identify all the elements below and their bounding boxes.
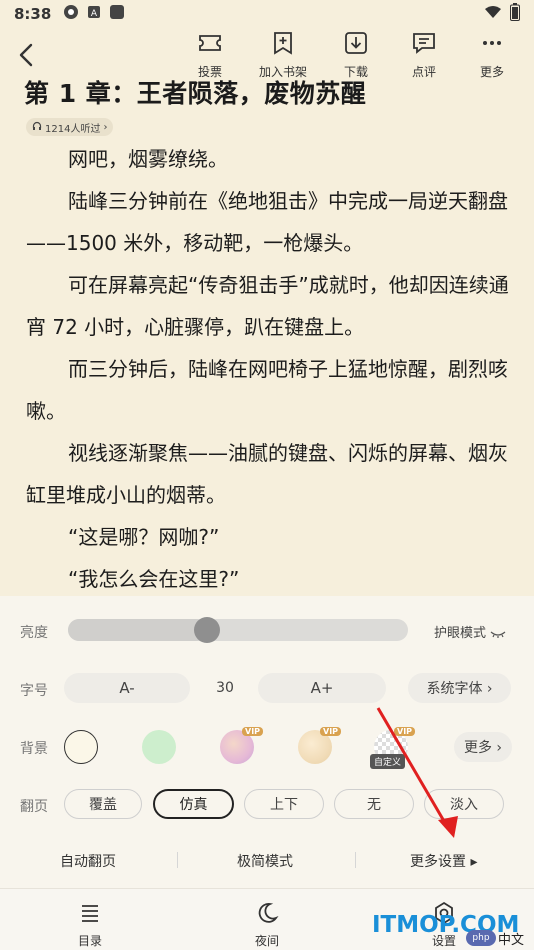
page-turn-label: 翻页 xyxy=(20,799,48,815)
chevron-left-icon[interactable] xyxy=(14,40,40,70)
background-swatch-cream[interactable] xyxy=(64,730,98,764)
brightness-slider[interactable] xyxy=(68,617,408,643)
comment-button[interactable]: 点评 xyxy=(390,30,458,80)
paragraph: 视线逐渐聚焦——油腻的键盘、闪烁的屏幕、烟灰缸里堆成小山的烟蒂。 xyxy=(26,441,508,507)
minimal-mode-button[interactable]: 极简模式 xyxy=(237,851,293,871)
page-turn-option-selected[interactable]: 仿真 xyxy=(153,789,234,819)
page-turn-option[interactable]: 覆盖 xyxy=(64,789,142,819)
vip-badge: VIP xyxy=(320,727,342,736)
background-swatch-green[interactable] xyxy=(142,730,176,764)
a-icon: A xyxy=(87,5,101,23)
more-icon xyxy=(479,30,505,60)
brightness-thumb[interactable] xyxy=(194,617,220,643)
catalog-label: 目录 xyxy=(77,934,102,948)
ticket-icon xyxy=(197,30,223,60)
auto-turn-button[interactable]: 自动翻页 xyxy=(60,851,116,871)
divider xyxy=(355,852,356,868)
download-button[interactable]: 下载 xyxy=(322,30,390,80)
comment-icon xyxy=(411,30,437,60)
eye-mode-toggle[interactable]: 护眼模式 xyxy=(434,622,506,641)
comment-label: 点评 xyxy=(411,65,436,79)
paragraph: 而三分钟后，陆峰在网吧椅子上猛地惊醒，剧烈咳嗽。 xyxy=(26,357,508,423)
square-icon xyxy=(109,4,125,24)
svg-text:A: A xyxy=(91,9,98,19)
paragraph: 陆峰三分钟前在《绝地狙击》中完成一局逆天翻盘——1500 米外，移动靶，一枪爆头… xyxy=(26,189,508,255)
catalog-button[interactable]: 目录 xyxy=(60,901,120,949)
paragraph: 网吧，烟雾缭绕。 xyxy=(68,147,228,171)
paragraph: 可在屏幕亮起“传奇狙击手”成就时，他却因连续通宵 72 小时，心脏骤停，趴在键盘… xyxy=(26,273,509,339)
listen-count: 1214人听过 xyxy=(45,123,101,135)
add-to-shelf-button[interactable]: 加入书架 xyxy=(244,30,322,80)
moon-icon xyxy=(255,901,279,929)
more-settings-button[interactable]: 更多设置 ▸ xyxy=(410,851,477,871)
eye-closed-icon xyxy=(490,626,506,641)
bookmark-plus-icon xyxy=(270,30,296,60)
chrome-icon xyxy=(63,4,79,24)
status-bar: 8:38 A xyxy=(0,0,534,28)
night-mode-button[interactable]: 夜间 xyxy=(237,901,297,949)
brightness-label: 亮度 xyxy=(20,625,48,641)
annotation-arrow xyxy=(376,707,458,838)
background-label: 背景 xyxy=(20,741,48,757)
font-family-button[interactable]: 系统字体 › xyxy=(408,673,511,703)
page-turn-option[interactable]: 上下 xyxy=(244,789,324,819)
status-time: 8:38 xyxy=(14,5,52,23)
paragraph: “这是哪？网咖?” xyxy=(68,525,220,549)
font-increase-button[interactable]: A+ xyxy=(258,673,386,703)
wifi-icon xyxy=(484,5,502,23)
listen-count-badge[interactable]: 1214人听过 › xyxy=(26,118,114,136)
divider xyxy=(177,852,178,868)
watermark-suffix: 中文网 xyxy=(498,933,525,948)
battery-icon xyxy=(510,3,520,25)
font-size-value: 30 xyxy=(216,680,234,696)
font-size-label: 字号 xyxy=(20,683,48,699)
vote-button[interactable]: 投票 xyxy=(176,30,244,80)
font-decrease-button[interactable]: A- xyxy=(64,673,190,703)
brightness-fill xyxy=(68,619,207,641)
vip-badge: VIP xyxy=(242,727,264,736)
download-icon xyxy=(343,30,369,60)
paragraph: “我怎么会在这里?” xyxy=(68,567,240,591)
chevron-right-icon: › xyxy=(103,121,108,133)
watermark-badge: php xyxy=(466,930,496,946)
eye-mode-label: 护眼模式 xyxy=(434,626,487,641)
more-button[interactable]: 更多 xyxy=(458,30,526,80)
list-icon xyxy=(78,901,102,929)
more-label: 更多 xyxy=(479,65,504,79)
headphones-icon xyxy=(32,121,42,134)
chapter-title: 第 1 章：王者陨落，废物苏醒 xyxy=(24,79,367,108)
night-mode-label: 夜间 xyxy=(254,934,279,948)
